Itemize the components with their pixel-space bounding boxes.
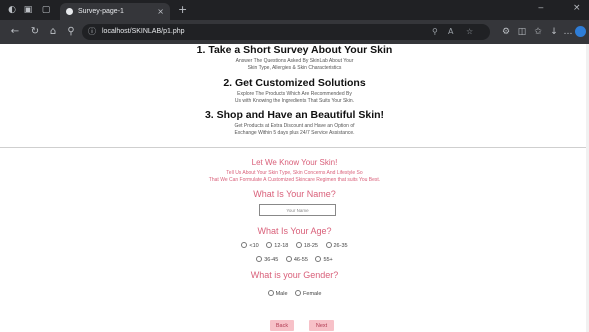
- age-question: What Is Your Age?: [257, 226, 332, 236]
- section-divider: [0, 147, 589, 148]
- minimize-icon[interactable]: ‒: [538, 3, 544, 13]
- age-option[interactable]: <10: [241, 242, 259, 250]
- address-bar[interactable]: ⓘ localhost/SKINLAB/p1.php ⚲ A ☆: [82, 24, 490, 40]
- age-option-label: 26-35: [333, 243, 348, 249]
- age-option[interactable]: 55+: [315, 256, 333, 264]
- workspaces-icon[interactable]: ▣: [22, 4, 34, 16]
- age-option[interactable]: 46-55: [285, 256, 308, 264]
- tab-actions-icon[interactable]: ▢: [40, 4, 52, 16]
- gender-question: What is your Gender?: [250, 270, 339, 280]
- reload-icon[interactable]: ↻: [28, 25, 42, 39]
- radio-icon[interactable]: [285, 256, 292, 263]
- age-option-label: 36-45: [264, 257, 279, 263]
- browser-tab[interactable]: Survey-page-1 ×: [60, 3, 170, 20]
- radio-icon[interactable]: [295, 290, 302, 297]
- zoom-icon[interactable]: ⚲: [432, 25, 438, 39]
- browser-toolbar: ← ↻ ⌂ ⚲ ⓘ localhost/SKINLAB/p1.php ⚲ A ☆…: [0, 20, 589, 44]
- radio-icon[interactable]: [256, 256, 263, 263]
- home-icon[interactable]: ⌂: [46, 25, 60, 39]
- search-icon[interactable]: ⚲: [64, 25, 78, 39]
- step3-title: 3. Shop and Have an Beautiful Skin!: [204, 109, 385, 121]
- split-screen-icon[interactable]: ◫: [516, 25, 528, 39]
- name-question: What Is Your Name?: [253, 189, 336, 199]
- window-close-icon[interactable]: ×: [573, 3, 581, 13]
- step3-desc-line2: Exchange Within 5 days plus 24/7 Service…: [234, 130, 355, 136]
- gender-option[interactable]: Female: [295, 290, 321, 298]
- gender-options: Male Female: [0, 290, 589, 298]
- step1-title: 1. Take a Short Survey About Your Skin: [196, 44, 393, 56]
- radio-icon[interactable]: [266, 242, 273, 249]
- radio-icon[interactable]: [315, 256, 322, 263]
- age-options-row1: <10 12-18 18-25 26-35: [0, 242, 589, 250]
- age-options-row2: 36-45 46-55 55+: [0, 256, 589, 264]
- name-input[interactable]: [259, 204, 336, 216]
- gender-option-label: Female: [303, 291, 322, 297]
- survey-page: 1. Take a Short Survey About Your Skin A…: [0, 44, 589, 332]
- age-option-label: 46-55: [293, 257, 308, 263]
- read-aloud-icon[interactable]: A: [448, 25, 453, 39]
- profile-icon[interactable]: ◐: [6, 4, 18, 16]
- radio-icon[interactable]: [241, 242, 248, 249]
- age-option-label: 12-18: [274, 243, 289, 249]
- favorites-icon[interactable]: ✩: [532, 25, 544, 39]
- radio-icon[interactable]: [267, 290, 274, 297]
- extension-icon[interactable]: ⚙: [500, 25, 512, 39]
- age-option[interactable]: 36-45: [256, 256, 278, 264]
- tab-title: Survey-page-1: [78, 8, 124, 15]
- tab-favicon-icon: [66, 8, 73, 15]
- survey-intro-title: Let We Know Your Skin!: [251, 158, 338, 167]
- back-arrow-icon[interactable]: ←: [8, 25, 22, 39]
- site-info-icon[interactable]: ⓘ: [88, 25, 96, 39]
- step2-title: 2. Get Customized Solutions: [223, 77, 366, 89]
- survey-intro-line2: That We Can Formulate A Customized Skinc…: [208, 177, 381, 183]
- survey-intro-line1: Tell Us About Your Skin Type, Skin Conce…: [226, 170, 363, 176]
- radio-icon[interactable]: [295, 242, 302, 249]
- tab-close-icon[interactable]: ×: [157, 3, 164, 20]
- radio-icon[interactable]: [325, 242, 332, 249]
- copilot-icon[interactable]: [575, 26, 586, 37]
- gender-option[interactable]: Male: [267, 290, 288, 298]
- age-option-label: <10: [249, 243, 259, 249]
- downloads-icon[interactable]: ↓: [548, 25, 560, 39]
- step2-desc-line2: Us with Knowing the Ingredients That Sui…: [234, 98, 355, 104]
- back-button[interactable]: Back: [270, 320, 294, 331]
- age-option-label: 18-25: [303, 243, 318, 249]
- favorite-star-icon[interactable]: ☆: [466, 25, 473, 39]
- browser-tab-bar: ◐ ▣ ▢ Survey-page-1 × + ‒ ×: [0, 0, 589, 20]
- next-button[interactable]: Next: [309, 320, 334, 331]
- more-menu-icon[interactable]: …: [562, 25, 574, 39]
- age-option[interactable]: 26-35: [325, 242, 348, 250]
- address-url[interactable]: localhost/SKINLAB/p1.php: [102, 24, 185, 40]
- gender-option-label: Male: [275, 291, 288, 297]
- step1-desc-line2: Skin Type, Allergies & Skin Characterist…: [247, 65, 342, 71]
- new-tab-button[interactable]: +: [178, 3, 187, 16]
- age-option[interactable]: 18-25: [295, 242, 318, 250]
- age-option[interactable]: 12-18: [266, 242, 288, 250]
- age-option-label: 55+: [323, 257, 333, 263]
